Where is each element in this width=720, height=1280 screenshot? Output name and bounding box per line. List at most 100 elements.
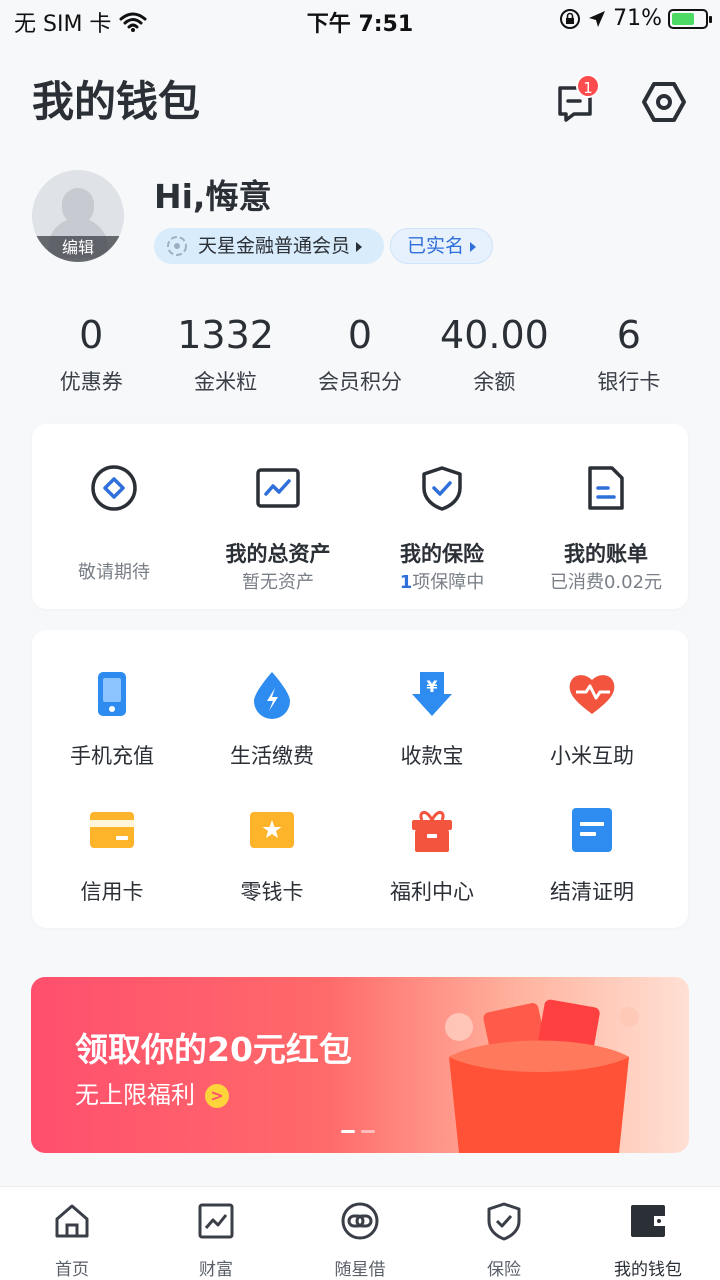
service-phone-recharge[interactable]: 手机充值	[32, 668, 192, 804]
credit-card-icon	[90, 812, 134, 848]
page-header: 我的钱包 1	[32, 72, 688, 132]
stats-row: 0 优惠券 1332 金米粒 0 会员积分 40.00 余额 6 银行卡	[24, 312, 696, 402]
stat-bank-cards[interactable]: 6 银行卡	[562, 312, 696, 402]
wallet-icon	[631, 1205, 665, 1237]
battery-icon	[668, 8, 712, 29]
stat-balance[interactable]: 40.00 余额	[427, 312, 561, 402]
banner-subtitle: 无上限福利 >	[75, 1075, 229, 1110]
coming-soon-icon	[91, 465, 137, 511]
member-swirl-icon	[167, 236, 187, 256]
avatar[interactable]: 编辑	[32, 170, 124, 262]
message-badge: 1	[576, 74, 600, 98]
verified-label: 已实名	[407, 235, 465, 257]
service-name: 福利中心	[390, 880, 474, 904]
utility-bill-icon	[254, 672, 290, 719]
stat-value: 0	[347, 313, 373, 357]
banner-title: 领取你的20元红包	[75, 1030, 352, 1069]
feature-sub: 敬请期待	[78, 562, 150, 583]
loan-link-icon	[341, 1202, 379, 1240]
service-name: 结清证明	[550, 880, 634, 904]
stat-value: 1332	[177, 313, 274, 357]
service-name: 手机充值	[70, 744, 154, 768]
verified-arrow-icon	[470, 241, 477, 252]
member-arrow-icon	[356, 241, 363, 252]
tab-label: 保险	[487, 1260, 521, 1280]
service-name: 小米互助	[550, 744, 634, 768]
red-envelope-illustration	[445, 999, 639, 1153]
settlement-certificate-icon	[572, 808, 612, 852]
wealth-chart-icon	[198, 1203, 234, 1239]
service-credit-card[interactable]: 信用卡	[32, 804, 192, 940]
stat-gold-rice[interactable]: 1332 金米粒	[158, 312, 292, 402]
service-utility-bills[interactable]: 生活缴费	[192, 668, 352, 804]
tab-insurance[interactable]: 保险	[432, 1187, 576, 1280]
settings-icon[interactable]	[640, 80, 688, 124]
assets-card: 敬请期待 我的总资产 暂无资产 我的保险 1项保障中 我的账单 已消费0.02元	[32, 424, 688, 609]
home-icon	[55, 1204, 89, 1238]
feature-name: 我的保险	[400, 542, 484, 566]
total-assets-icon	[256, 468, 300, 508]
rotation-lock-icon	[560, 8, 581, 29]
stat-label: 余额	[473, 370, 516, 394]
feature-name: 我的账单	[564, 542, 648, 566]
service-settlement-certificate[interactable]: 结清证明	[512, 804, 672, 940]
gift-box-icon	[412, 811, 452, 852]
verified-tag[interactable]: 已实名	[390, 228, 494, 264]
stat-label: 优惠券	[59, 370, 123, 394]
member-level-label: 天星金融普通会员	[198, 235, 351, 257]
edit-avatar-label[interactable]: 编辑	[32, 236, 124, 262]
tab-wealth[interactable]: 财富	[144, 1187, 288, 1280]
service-name: 收款宝	[400, 744, 464, 768]
profile-section: 编辑 Hi,悔意 天星金融普通会员 已实名	[32, 170, 688, 270]
service-change-card[interactable]: 零钱卡	[192, 804, 352, 940]
banner-pagination	[341, 1130, 375, 1133]
feature-total-assets[interactable]: 我的总资产 暂无资产	[196, 424, 360, 609]
bottom-tab-bar: 首页 财富 随星借 保险 我的钱包	[0, 1186, 720, 1280]
insurance-tab-icon	[487, 1202, 521, 1241]
feature-coming-soon[interactable]: 敬请期待	[32, 424, 196, 609]
stat-value: 40.00	[440, 313, 549, 357]
service-payment-collection[interactable]: ¥ 收款宝	[352, 668, 512, 804]
tab-home[interactable]: 首页	[0, 1187, 144, 1280]
stat-label: 银行卡	[597, 370, 661, 394]
change-card-icon	[250, 812, 294, 848]
bill-icon	[588, 466, 624, 510]
insurance-shield-icon	[422, 466, 462, 511]
battery-percent: 71%	[613, 6, 662, 31]
stat-label: 会员积分	[318, 370, 403, 394]
promo-banner[interactable]: 领取你的20元红包 无上限福利 >	[31, 977, 689, 1153]
phone-recharge-icon	[98, 672, 126, 716]
banner-go-icon[interactable]: >	[205, 1084, 229, 1108]
svg-text:¥: ¥	[426, 677, 437, 696]
feature-name: 我的总资产	[225, 542, 331, 566]
payment-collection-icon: ¥	[412, 672, 452, 716]
service-welfare-center[interactable]: 福利中心	[352, 804, 512, 940]
status-bar: 无 SIM 卡 下午 7:51 71%	[0, 0, 720, 42]
service-name: 信用卡	[80, 880, 144, 904]
tab-label: 财富	[199, 1260, 233, 1280]
feature-sub: 暂无资产	[242, 572, 314, 593]
stat-label: 金米粒	[194, 370, 258, 394]
services-card: 手机充值 生活缴费 ¥ 收款宝 小米互助 信用卡 零钱卡 福利中心 结清证明	[32, 630, 688, 928]
member-level-tag[interactable]: 天星金融普通会员	[154, 228, 385, 264]
tab-loan[interactable]: 随星借	[288, 1187, 432, 1280]
banner-subtitle-text: 无上限福利	[75, 1081, 195, 1109]
service-name: 零钱卡	[240, 880, 304, 904]
stat-value: 0	[79, 313, 104, 357]
service-mutual-aid[interactable]: 小米互助	[512, 668, 672, 804]
tab-my-wallet[interactable]: 我的钱包	[576, 1187, 720, 1280]
mutual-aid-heart-icon	[569, 675, 615, 714]
tab-label: 我的钱包	[614, 1260, 682, 1280]
feature-my-insurance[interactable]: 我的保险 1项保障中	[360, 424, 524, 609]
insurance-count: 1	[399, 572, 413, 593]
stat-value: 6	[616, 313, 641, 357]
user-greeting: Hi,悔意	[154, 177, 272, 216]
feature-sub: 1项保障中	[360, 568, 524, 594]
tab-label: 随星借	[334, 1260, 386, 1280]
insurance-sub-label: 项保障中	[412, 572, 485, 593]
stat-coupons[interactable]: 0 优惠券	[24, 312, 158, 402]
stat-member-points[interactable]: 0 会员积分	[293, 312, 427, 402]
service-name: 生活缴费	[230, 744, 314, 768]
location-icon	[589, 10, 606, 27]
feature-my-bill[interactable]: 我的账单 已消费0.02元	[524, 424, 688, 609]
